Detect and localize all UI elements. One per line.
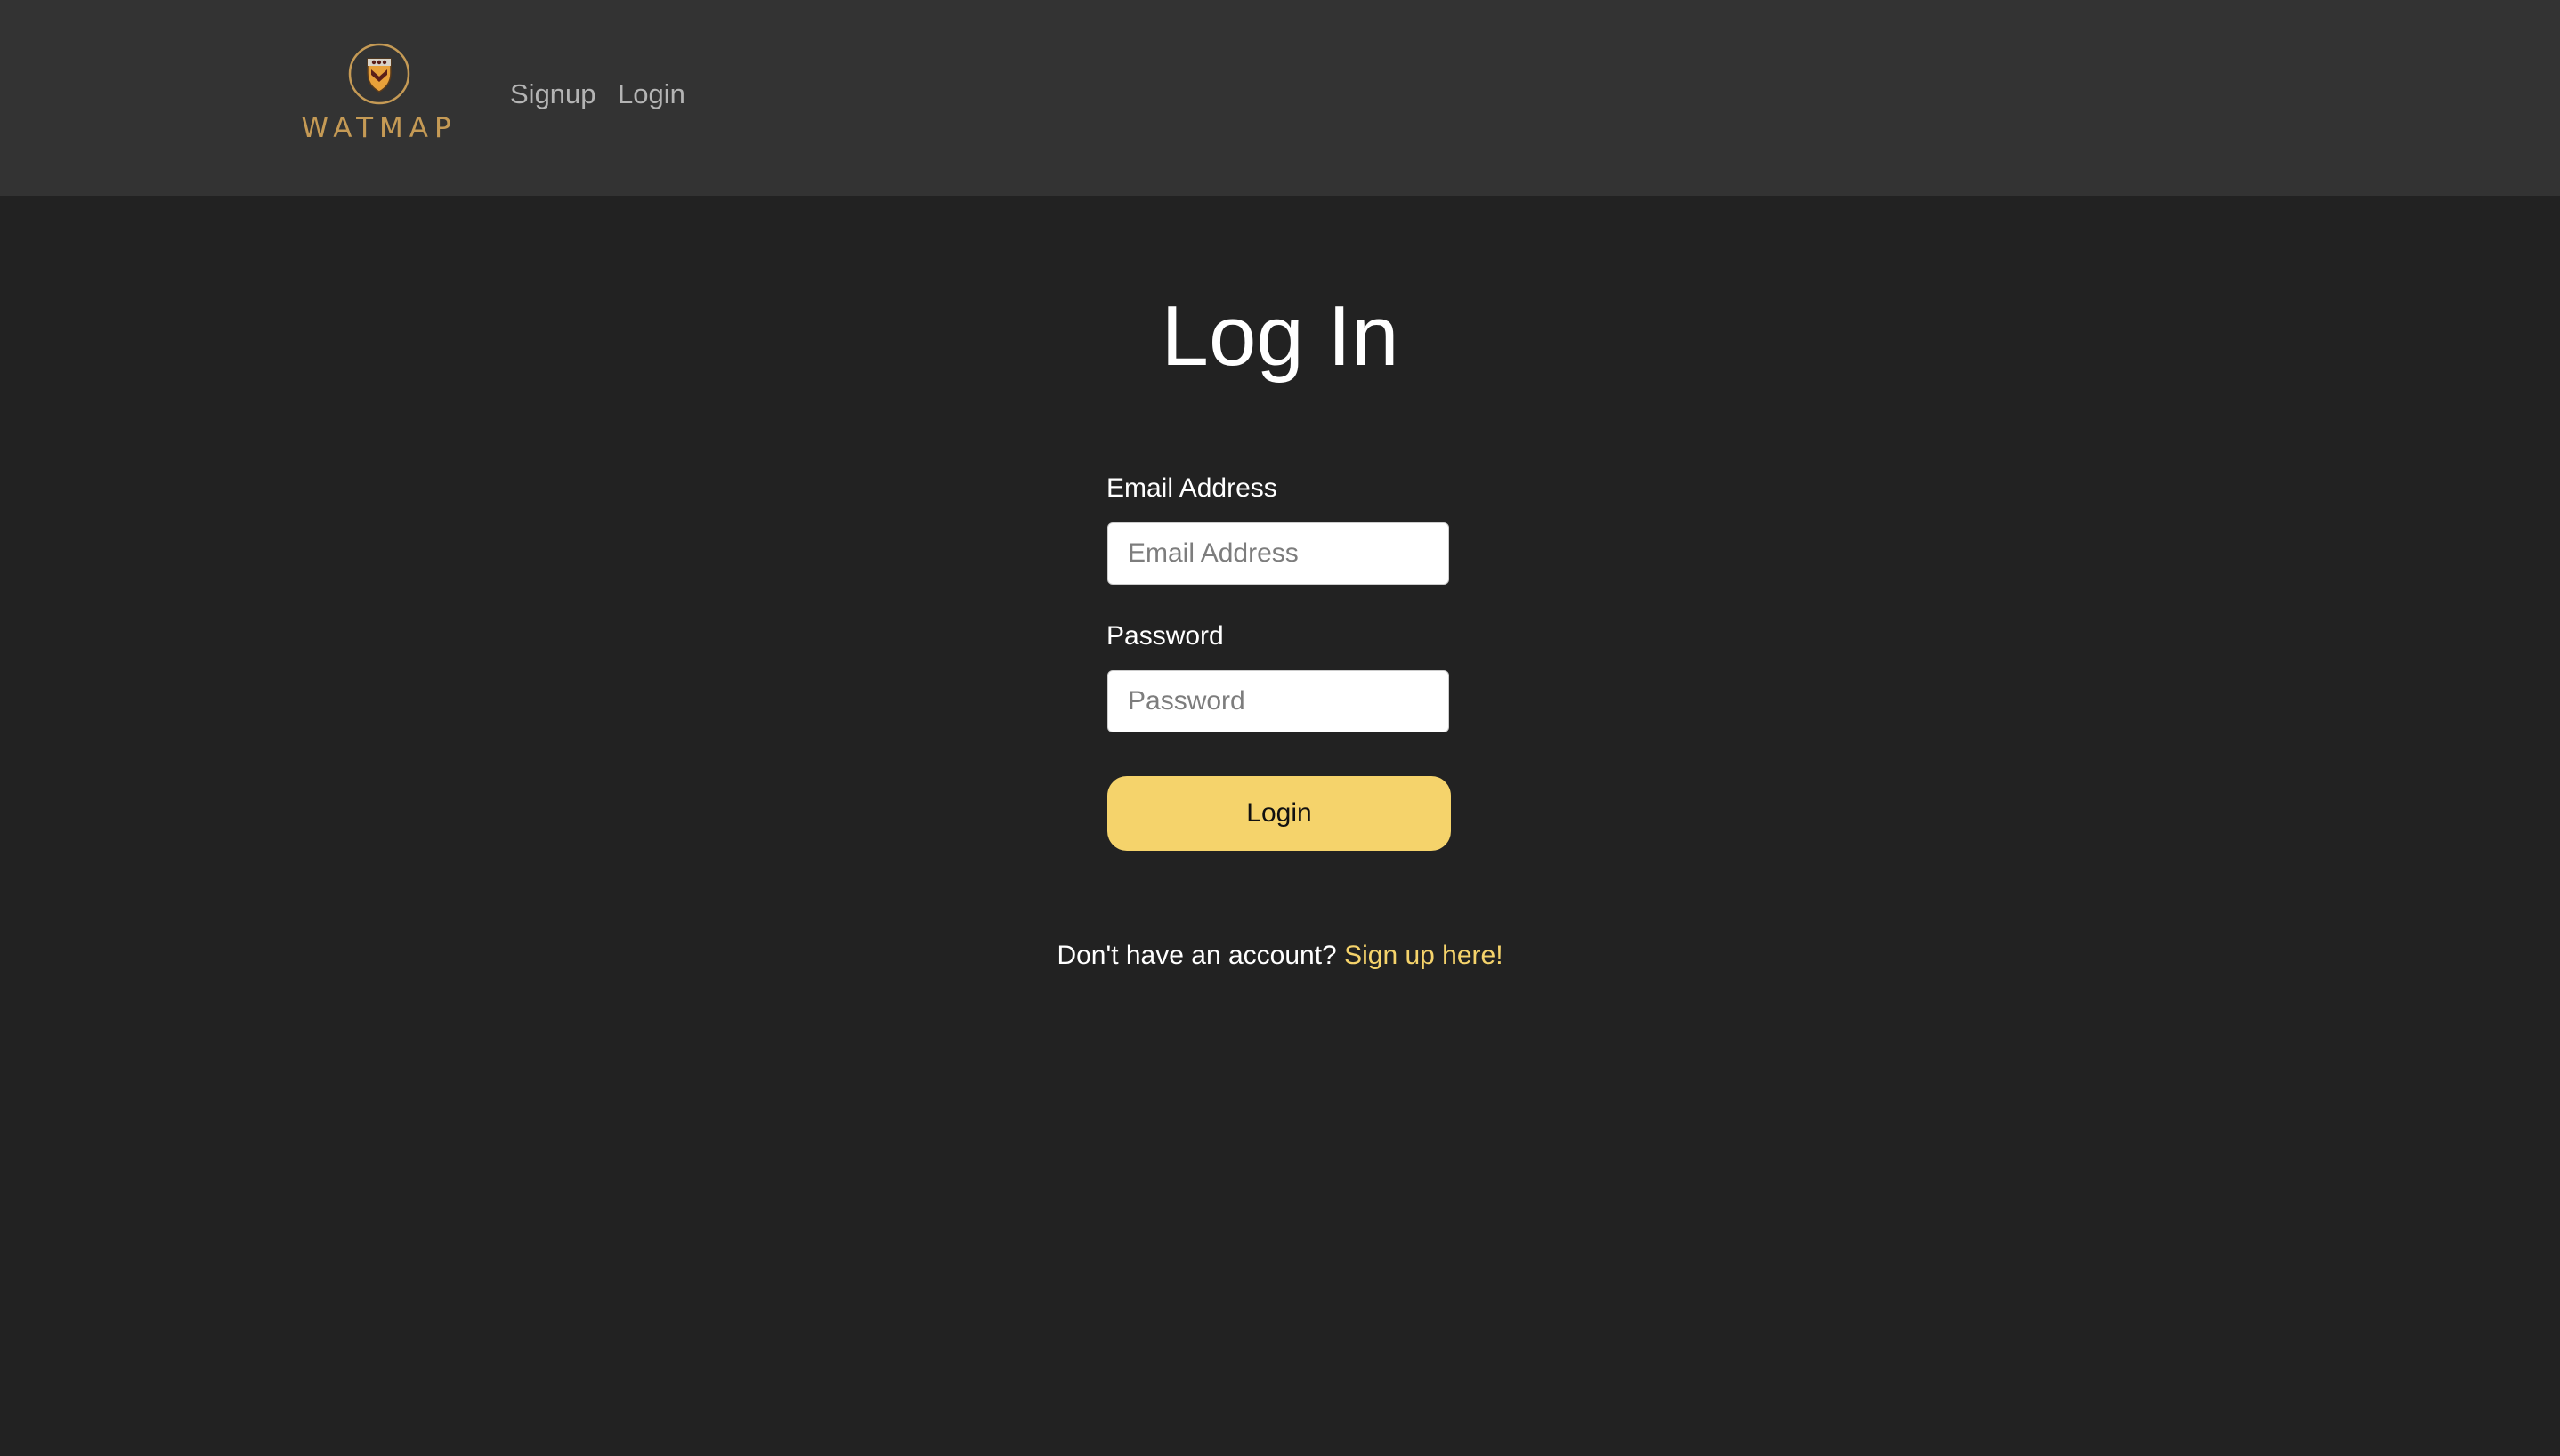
password-label: Password (1106, 621, 1224, 651)
brand-logo[interactable]: WATMAP (301, 43, 458, 148)
navbar: WATMAP Signup Login (0, 0, 2560, 196)
signup-link[interactable]: Sign up here! (1344, 941, 1503, 970)
page-title: Log In (1161, 288, 1399, 384)
email-input[interactable] (1107, 522, 1449, 585)
password-input[interactable] (1107, 670, 1449, 732)
brand-wordmark: WATMAP (301, 112, 458, 144)
nav-link-login[interactable]: Login (618, 77, 685, 112)
signup-prompt-row: Don't have an account? Sign up here! (0, 938, 2560, 974)
university-crest-icon (348, 43, 410, 105)
nav-link-signup[interactable]: Signup (510, 77, 596, 112)
email-label: Email Address (1106, 473, 1277, 503)
signup-prompt-text: Don't have an account? (1057, 941, 1337, 970)
login-button[interactable]: Login (1107, 776, 1451, 851)
